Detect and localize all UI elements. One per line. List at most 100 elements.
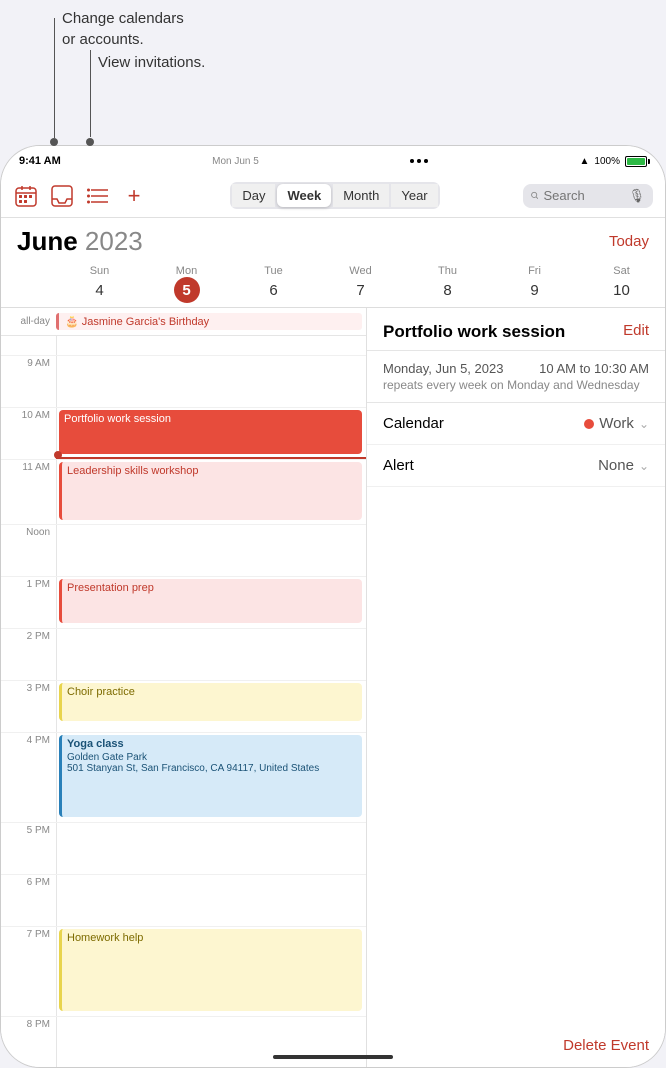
view-selector: Day Week Month Year bbox=[157, 182, 513, 209]
search-input[interactable] bbox=[543, 188, 623, 203]
detail-calendar-row: Calendar Work ⌄ bbox=[367, 403, 665, 445]
time-label-8pm: 8 PM bbox=[1, 1017, 56, 1068]
choir-event[interactable]: Choir practice bbox=[59, 683, 362, 721]
time-label-noon: Noon bbox=[1, 525, 56, 576]
time-content-7pm: Homework help bbox=[56, 927, 366, 1016]
day-wed[interactable]: Wed 7 bbox=[317, 261, 404, 307]
day-mon-num: 5 bbox=[174, 277, 200, 303]
time-label-3pm: 3 PM bbox=[1, 681, 56, 732]
time-row-3pm: 3 PM Choir practice bbox=[1, 681, 366, 733]
toolbar-left: + bbox=[13, 183, 147, 209]
time-content-4pm: Yoga class Golden Gate Park501 Stanyan S… bbox=[56, 733, 366, 822]
day-thu-label: Thu bbox=[404, 265, 491, 277]
main-content: all-day 🎂 Jasmine Garcia's Birthday bbox=[1, 308, 665, 1068]
day-fri[interactable]: Fri 9 bbox=[491, 261, 578, 307]
view-btn-group: Day Week Month Year bbox=[230, 182, 439, 209]
time-row-8am bbox=[1, 336, 366, 356]
list-icon[interactable] bbox=[85, 183, 111, 209]
day-sat[interactable]: Sat 10 bbox=[578, 261, 665, 307]
inbox-icon[interactable] bbox=[49, 183, 75, 209]
calendar-grid-icon[interactable] bbox=[13, 183, 39, 209]
calendar-value: Work bbox=[599, 415, 634, 432]
annotation-line-1 bbox=[54, 18, 55, 138]
current-time-line bbox=[56, 457, 366, 459]
time-label-4pm: 4 PM bbox=[1, 733, 56, 822]
today-button[interactable]: Today bbox=[609, 233, 649, 250]
time-content-11am: Leadership skills workshop bbox=[56, 460, 366, 524]
status-dot-1 bbox=[410, 159, 414, 163]
annotations: Change calendarsor accounts. View invita… bbox=[0, 0, 666, 145]
presentation-event[interactable]: Presentation prep bbox=[59, 579, 362, 623]
day-fri-label: Fri bbox=[491, 265, 578, 277]
detail-spacer bbox=[367, 487, 665, 1021]
alert-value-container[interactable]: None ⌄ bbox=[598, 457, 649, 474]
view-day-button[interactable]: Day bbox=[232, 184, 275, 207]
portfolio-event-title: Portfolio work session bbox=[64, 413, 171, 425]
time-label-5pm: 5 PM bbox=[1, 823, 56, 874]
yoga-event-title: Yoga class bbox=[67, 738, 357, 750]
annotation-line-2 bbox=[90, 50, 91, 137]
allday-row: all-day 🎂 Jasmine Garcia's Birthday bbox=[1, 308, 366, 336]
device-frame: 9:41 AM Mon Jun 5 ▲ 100% bbox=[0, 145, 666, 1068]
detail-alert-row: Alert None ⌄ bbox=[367, 445, 665, 487]
time-label-11am: 11 AM bbox=[1, 460, 56, 524]
day-tue-label: Tue bbox=[230, 265, 317, 277]
time-row-2pm: 2 PM bbox=[1, 629, 366, 681]
time-row-7pm: 7 PM Homework help bbox=[1, 927, 366, 1017]
alert-value: None bbox=[598, 457, 634, 474]
allday-label: all-day bbox=[1, 316, 56, 327]
day-thu-num: 8 bbox=[435, 277, 461, 303]
detail-repeat: repeats every week on Monday and Wednesd… bbox=[383, 378, 649, 392]
time-row-5pm: 5 PM bbox=[1, 823, 366, 875]
day-sun-num: 4 bbox=[87, 277, 113, 303]
choir-event-title: Choir practice bbox=[67, 686, 135, 698]
toolbar: + Day Week Month Year 🎙 bbox=[1, 174, 665, 218]
homework-event[interactable]: Homework help bbox=[59, 929, 362, 1011]
day-mon-label: Mon bbox=[143, 265, 230, 277]
time-label-9am: 9 AM bbox=[1, 356, 56, 407]
time-content-3pm: Choir practice bbox=[56, 681, 366, 732]
mic-icon[interactable]: 🎙 bbox=[628, 188, 645, 204]
time-content-1pm: Presentation prep bbox=[56, 577, 366, 628]
status-center bbox=[410, 159, 428, 163]
alert-chevron-icon: ⌄ bbox=[639, 459, 649, 473]
detail-time: 10 AM to 10:30 AM bbox=[539, 361, 649, 378]
day-sat-num: 10 bbox=[609, 277, 635, 303]
day-tue[interactable]: Tue 6 bbox=[230, 261, 317, 307]
yoga-event[interactable]: Yoga class Golden Gate Park501 Stanyan S… bbox=[59, 735, 362, 817]
time-content-10am: Portfolio work session bbox=[56, 408, 366, 459]
time-label-1pm: 1 PM bbox=[1, 577, 56, 628]
day-header-row: Sun 4 Mon 5 Tue 6 Wed 7 Thu 8 Fri 9 Sat … bbox=[1, 261, 665, 308]
status-right: ▲ 100% bbox=[580, 156, 647, 167]
time-col-spacer bbox=[1, 261, 56, 307]
time-row-9am: 9 AM bbox=[1, 356, 366, 408]
portfolio-event[interactable]: Portfolio work session bbox=[59, 410, 362, 454]
day-mon[interactable]: Mon 5 bbox=[143, 261, 230, 307]
view-week-button[interactable]: Week bbox=[277, 184, 331, 207]
allday-event[interactable]: 🎂 Jasmine Garcia's Birthday bbox=[56, 313, 362, 330]
day-fri-num: 9 bbox=[522, 277, 548, 303]
edit-event-button[interactable]: Edit bbox=[623, 322, 649, 339]
time-label-7pm: 7 PM bbox=[1, 927, 56, 1016]
view-year-button[interactable]: Year bbox=[391, 184, 437, 207]
view-month-button[interactable]: Month bbox=[333, 184, 389, 207]
leadership-event-title: Leadership skills workshop bbox=[67, 465, 198, 477]
calendar-value-container[interactable]: Work ⌄ bbox=[584, 415, 649, 432]
day-sun[interactable]: Sun 4 bbox=[56, 261, 143, 307]
add-event-icon[interactable]: + bbox=[121, 183, 147, 209]
wifi-icon: ▲ bbox=[580, 156, 590, 167]
month-name: June bbox=[17, 226, 78, 256]
status-dot-2 bbox=[417, 159, 421, 163]
day-thu[interactable]: Thu 8 bbox=[404, 261, 491, 307]
time-label-10am: 10 AM bbox=[1, 408, 56, 459]
day-sat-label: Sat bbox=[578, 265, 665, 277]
time-label-8am bbox=[1, 336, 56, 355]
calendar-label: Calendar bbox=[383, 415, 444, 432]
detail-info: Monday, Jun 5, 2023 10 AM to 10:30 AM re… bbox=[367, 351, 665, 403]
leadership-event[interactable]: Leadership skills workshop bbox=[59, 462, 362, 520]
status-date: Mon Jun 5 bbox=[212, 156, 259, 167]
annotation-dot-1 bbox=[50, 138, 58, 146]
search-box[interactable]: 🎙 bbox=[523, 184, 653, 208]
delete-event-button[interactable]: Delete Event bbox=[563, 1037, 649, 1054]
battery-icon bbox=[625, 156, 647, 167]
